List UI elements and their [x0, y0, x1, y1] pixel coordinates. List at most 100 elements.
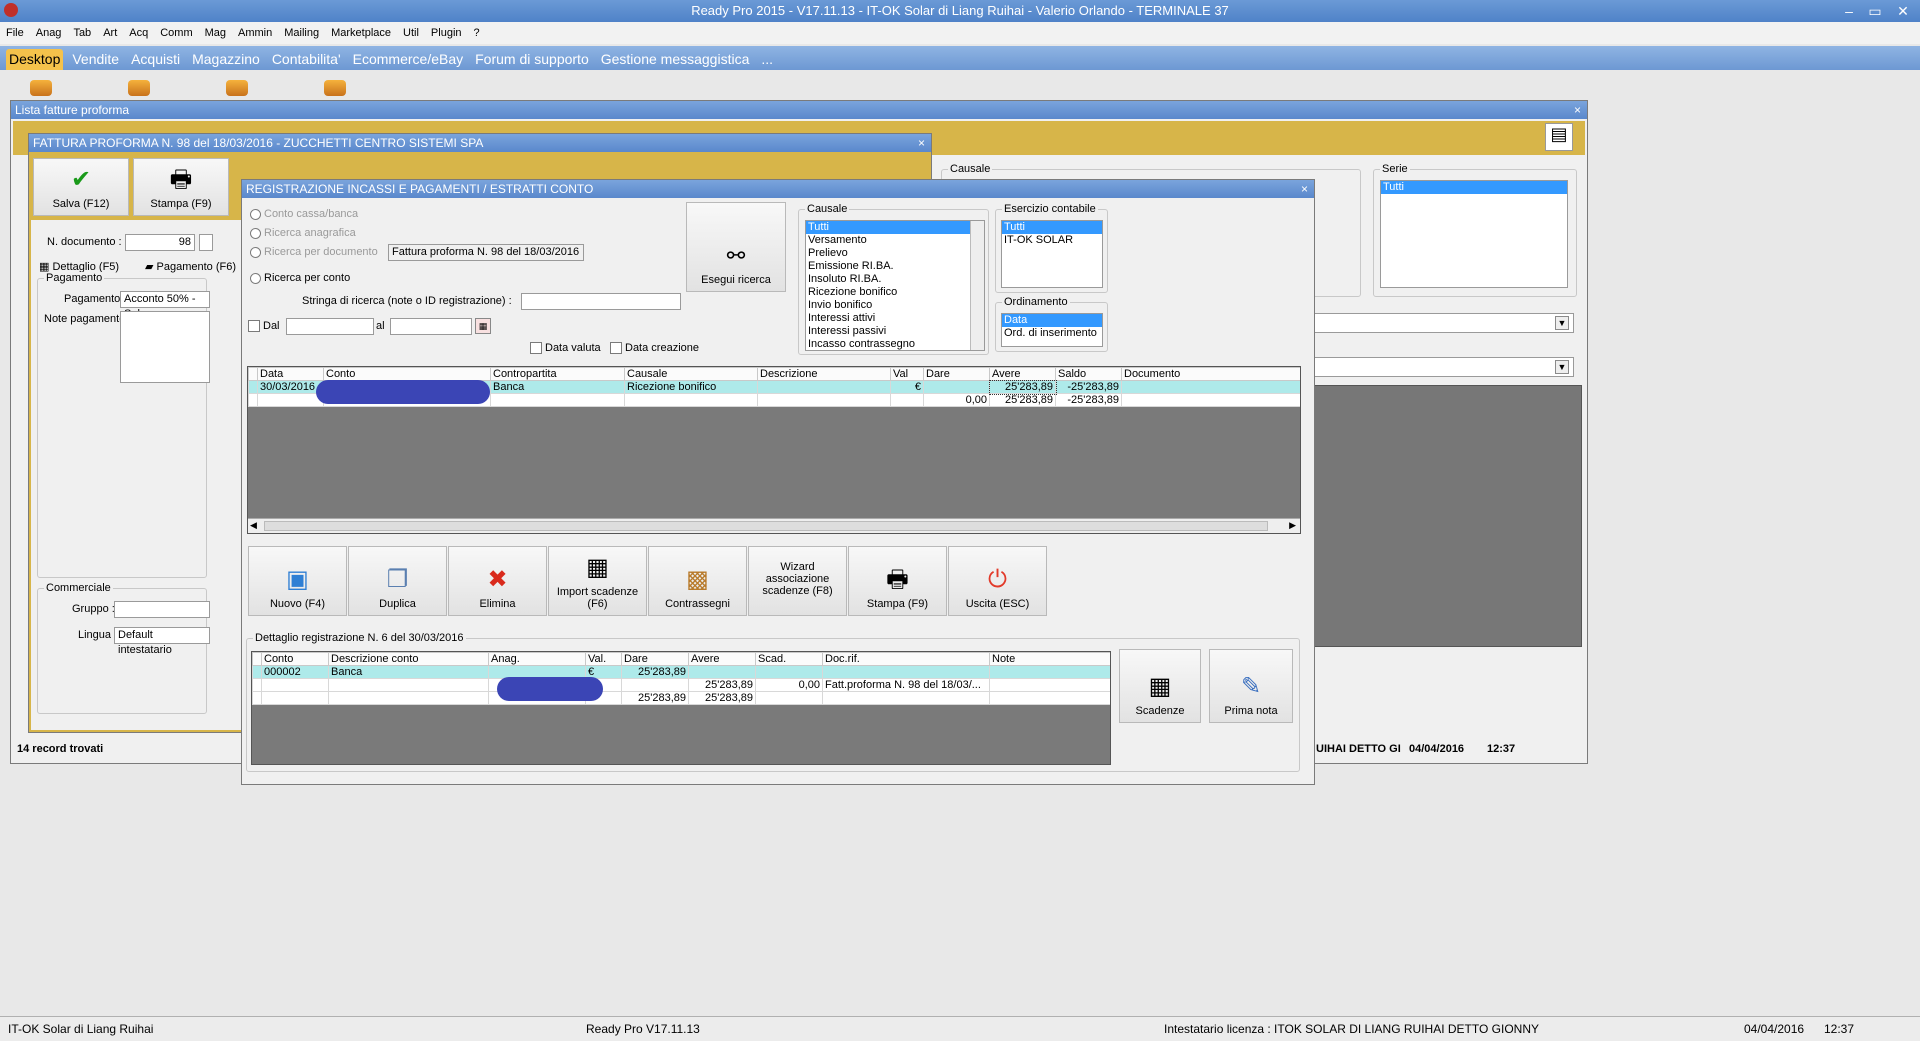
ndoc-input[interactable]: 98 [125, 234, 195, 251]
chevron-down-icon[interactable]: ▼ [1555, 316, 1569, 330]
dcell-avere[interactable] [688, 665, 756, 679]
maximize-button[interactable]: ▭ [1864, 2, 1886, 20]
cell-val[interactable]: € [890, 380, 924, 394]
tab-more[interactable]: ... [758, 49, 776, 70]
col-contropartita[interactable]: Contropartita [490, 367, 625, 381]
note-pagamento-input[interactable] [120, 311, 210, 383]
cell-documento[interactable] [1121, 380, 1300, 394]
causale-item[interactable]: Interessi passivi [806, 325, 984, 338]
dcol-avere[interactable]: Avere [688, 652, 756, 666]
dcol-conto[interactable]: Conto [261, 652, 329, 666]
desktop-icon-2[interactable] [128, 80, 150, 96]
causale-item[interactable]: Ricezione bonifico [806, 286, 984, 299]
lista-close-icon[interactable]: × [1574, 101, 1581, 119]
cell-causale[interactable]: Ricezione bonifico [624, 380, 758, 394]
duplica-button[interactable]: ❐ Duplica [348, 546, 447, 616]
import-scadenze-button[interactable]: ▦ Import scadenze (F6) [548, 546, 647, 616]
dcell-scad[interactable] [755, 665, 823, 679]
uscita-button[interactable]: ⏻ Uscita (ESC) [948, 546, 1047, 616]
ordinamento-item[interactable]: Ord. di inserimento [1002, 327, 1102, 340]
data-creazione-checkbox[interactable]: Data creazione [610, 342, 699, 355]
col-data[interactable]: Data [257, 367, 324, 381]
cell-saldo[interactable]: -25'283,89 [1055, 380, 1122, 394]
menu-acq[interactable]: Acq [129, 27, 148, 39]
dcol-dare[interactable]: Dare [621, 652, 689, 666]
al-input[interactable] [390, 318, 472, 335]
esercizio-listbox[interactable]: Tutti IT-OK SOLAR [1001, 220, 1103, 288]
desktop-icon-4[interactable] [324, 80, 346, 96]
menu-mailing[interactable]: Mailing [284, 27, 319, 39]
dcol-docrif[interactable]: Doc.rif. [822, 652, 990, 666]
opt-ricerca-anagrafica[interactable]: Ricerca anagrafica [250, 227, 356, 239]
esegui-ricerca-button[interactable]: ⚯ Esegui ricerca [686, 202, 786, 292]
causale-item[interactable]: Versamento [806, 234, 984, 247]
causale-listbox[interactable]: Tutti Versamento Prelievo Emissione RI.B… [805, 220, 985, 351]
col-conto[interactable]: Conto [323, 367, 491, 381]
tab-desktop[interactable]: Desktop [6, 49, 64, 70]
scroll-right-icon[interactable]: ▶ [1289, 520, 1296, 531]
col-documento[interactable]: Documento [1121, 367, 1300, 381]
esercizio-item[interactable]: Tutti [1002, 221, 1102, 234]
cell-descrizione[interactable] [757, 380, 891, 394]
col-causale[interactable]: Causale [624, 367, 758, 381]
gruppo-input[interactable] [114, 601, 210, 618]
contrassegni-button[interactable]: ▩ Contrassegni [648, 546, 747, 616]
pagamento-input[interactable]: Acconto 50% - Sal [120, 291, 210, 320]
ordinamento-listbox[interactable]: Data Ord. di inserimento [1001, 313, 1103, 347]
causale-scrollbar[interactable] [970, 221, 984, 350]
dcell-dare[interactable]: 25'283,89 [621, 665, 689, 679]
menu-marketplace[interactable]: Marketplace [331, 27, 391, 39]
chevron-down-icon[interactable]: ▼ [1555, 360, 1569, 374]
menu-util[interactable]: Util [403, 27, 419, 39]
print-button[interactable]: 🖶 Stampa (F9) [133, 158, 229, 216]
lista-filter-combo-2[interactable] [1314, 357, 1574, 377]
causale-item[interactable]: Tutti [806, 221, 984, 234]
dcell-conto[interactable] [261, 678, 329, 692]
causale-item[interactable]: Emissione RI.BA. [806, 260, 984, 273]
dcol-scad[interactable]: Scad. [755, 652, 823, 666]
causale-item[interactable]: Insoluto RI.BA. [806, 273, 984, 286]
menu-mag[interactable]: Mag [205, 27, 226, 39]
nuovo-button[interactable]: ▣ Nuovo (F4) [248, 546, 347, 616]
minimize-button[interactable]: – [1838, 2, 1860, 20]
tab-magazzino[interactable]: Magazzino [189, 49, 263, 70]
col-val[interactable]: Val [890, 367, 924, 381]
tab-messaggistica[interactable]: Gestione messaggistica [598, 49, 753, 70]
scrollbar-thumb[interactable] [264, 521, 1268, 531]
horizontal-scrollbar[interactable]: ◀ ▶ [248, 518, 1300, 533]
tab-vendite[interactable]: Vendite [69, 49, 122, 70]
close-button[interactable]: ✕ [1892, 2, 1914, 20]
menu-anag[interactable]: Anag [36, 27, 62, 39]
lista-filter-combo-1[interactable] [1314, 313, 1574, 333]
causale-item[interactable]: Invio bonifico [806, 299, 984, 312]
elimina-button[interactable]: ✖ Elimina [448, 546, 547, 616]
dcell-scad[interactable]: 0,00 [755, 678, 823, 692]
causale-item[interactable]: Incasso contrassegno [806, 338, 984, 350]
col-dare[interactable]: Dare [923, 367, 990, 381]
opt-ricerca-documento[interactable]: Ricerca per documento [250, 246, 378, 258]
cell-data[interactable]: 30/03/2016 [257, 380, 324, 394]
registrazione-close-icon[interactable]: × [1301, 180, 1308, 198]
dcol-note[interactable]: Note [989, 652, 1110, 666]
scroll-left-icon[interactable]: ◀ [250, 520, 257, 531]
dettaglio-grid[interactable]: Conto Descrizione conto Anag. Val. Dare … [251, 651, 1111, 765]
serie-listbox[interactable]: Tutti [1380, 180, 1568, 288]
stampa-button[interactable]: 🖶 Stampa (F9) [848, 546, 947, 616]
dcol-descrizione[interactable]: Descrizione conto [328, 652, 489, 666]
prima-nota-button[interactable]: ✎ Prima nota [1209, 649, 1293, 723]
data-valuta-checkbox[interactable]: Data valuta [530, 342, 601, 355]
menu-art[interactable]: Art [103, 27, 117, 39]
lista-grid[interactable] [1314, 385, 1582, 647]
tab-acquisti[interactable]: Acquisti [128, 49, 183, 70]
lingua-input[interactable]: Default intestatario [114, 627, 210, 656]
menu-plugin[interactable]: Plugin [431, 27, 462, 39]
dcell-avere[interactable]: 25'283,89 [688, 678, 756, 692]
dcol-anag[interactable]: Anag. [488, 652, 586, 666]
wizard-button[interactable]: Wizard associazione scadenze (F8) [748, 546, 847, 616]
dcell-dare[interactable] [621, 678, 689, 692]
dcell-note[interactable] [989, 665, 1110, 679]
table-row[interactable]: 000002 Banca € 25'283,89 [252, 665, 1110, 679]
ndoc-suffix-input[interactable] [199, 234, 213, 251]
col-avere[interactable]: Avere [989, 367, 1056, 381]
table-row[interactable]: € 25'283,89 0,00 Fatt.proforma N. 98 del… [252, 678, 1110, 692]
